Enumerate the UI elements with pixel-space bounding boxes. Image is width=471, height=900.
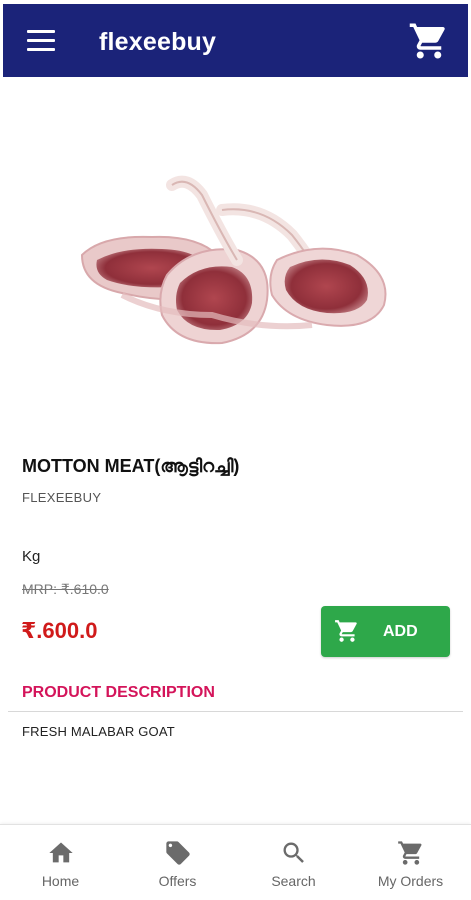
- nav-item-home[interactable]: Home: [2, 825, 119, 900]
- product-price: ₹.600.0: [21, 618, 98, 643]
- product-mrp: MRP: ₹.610.0: [22, 581, 109, 597]
- nav-label-my-orders: My Orders: [377, 873, 444, 889]
- description-heading: PRODUCT DESCRIPTION: [22, 684, 215, 701]
- tag-icon: [165, 841, 190, 865]
- nav-item-my-orders[interactable]: My Orders: [352, 825, 469, 900]
- cart-icon: [397, 841, 422, 865]
- divider: [8, 711, 463, 712]
- nav-item-offers[interactable]: Offers: [119, 825, 236, 900]
- home-icon: [48, 842, 73, 863]
- product-name: MOTTON MEAT(ആട്ടിറച്ചി): [22, 456, 240, 476]
- nav-label-home: Home: [41, 873, 80, 889]
- product-unit: Kg: [22, 548, 41, 565]
- menu-icon[interactable]: [27, 30, 55, 52]
- product-brand: FLEXEEBUY: [22, 490, 102, 505]
- add-to-cart-button[interactable]: ADD: [321, 606, 450, 657]
- bottom-nav: Home Offers Search My Orders: [0, 824, 471, 900]
- description-text: FRESH MALABAR GOAT: [22, 724, 175, 739]
- add-button-label: ADD: [383, 623, 418, 640]
- app-title: flexeebuy: [99, 28, 217, 56]
- cart-icon[interactable]: [408, 20, 450, 62]
- nav-label-offers: Offers: [158, 873, 197, 889]
- app-bar: flexeebuy: [3, 4, 468, 77]
- nav-label-search: Search: [271, 873, 316, 889]
- meat-cutlets-image: [80, 175, 387, 345]
- nav-item-search[interactable]: Search: [235, 825, 352, 900]
- search-icon: [283, 842, 304, 863]
- cart-icon: [335, 620, 357, 642]
